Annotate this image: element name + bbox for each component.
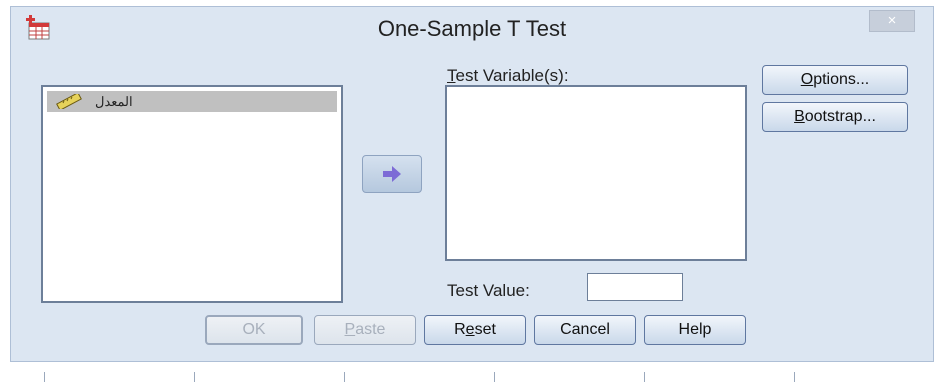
right-arrow-icon <box>383 166 401 182</box>
grid-divider <box>194 372 195 382</box>
reset-button[interactable]: Reset <box>424 315 526 345</box>
variable-label: المعدل <box>95 94 133 109</box>
grid-divider <box>344 372 345 382</box>
dialog-title: One-Sample T Test <box>377 16 567 41</box>
ruler-scale-icon <box>56 94 82 109</box>
list-item[interactable]: المعدل <box>47 91 337 112</box>
test-value-label: Test Value: <box>447 281 530 300</box>
cancel-button[interactable]: Cancel <box>534 315 636 345</box>
test-value-input[interactable] <box>587 273 683 301</box>
close-icon: × <box>887 12 897 29</box>
close-button[interactable]: × <box>869 10 915 32</box>
test-variables-list[interactable] <box>445 85 747 261</box>
grid-divider <box>494 372 495 382</box>
help-button[interactable]: Help <box>644 315 746 345</box>
grid-divider <box>794 372 795 382</box>
bootstrap-button[interactable]: Bootstrap... <box>762 102 908 132</box>
test-variables-label: Test Variable(s): <box>447 66 569 85</box>
background-grid-edge <box>0 372 939 382</box>
grid-divider <box>44 372 45 382</box>
ok-button[interactable]: OK <box>205 315 303 345</box>
move-variable-button[interactable] <box>362 155 422 193</box>
options-button[interactable]: Options... <box>762 65 908 95</box>
title-bar: One-Sample T Test × <box>11 7 933 51</box>
one-sample-t-test-dialog: One-Sample T Test × المعدل Test Variable… <box>10 6 934 362</box>
grid-divider <box>644 372 645 382</box>
paste-button[interactable]: Paste <box>314 315 416 345</box>
source-variable-list[interactable]: المعدل <box>41 85 343 303</box>
